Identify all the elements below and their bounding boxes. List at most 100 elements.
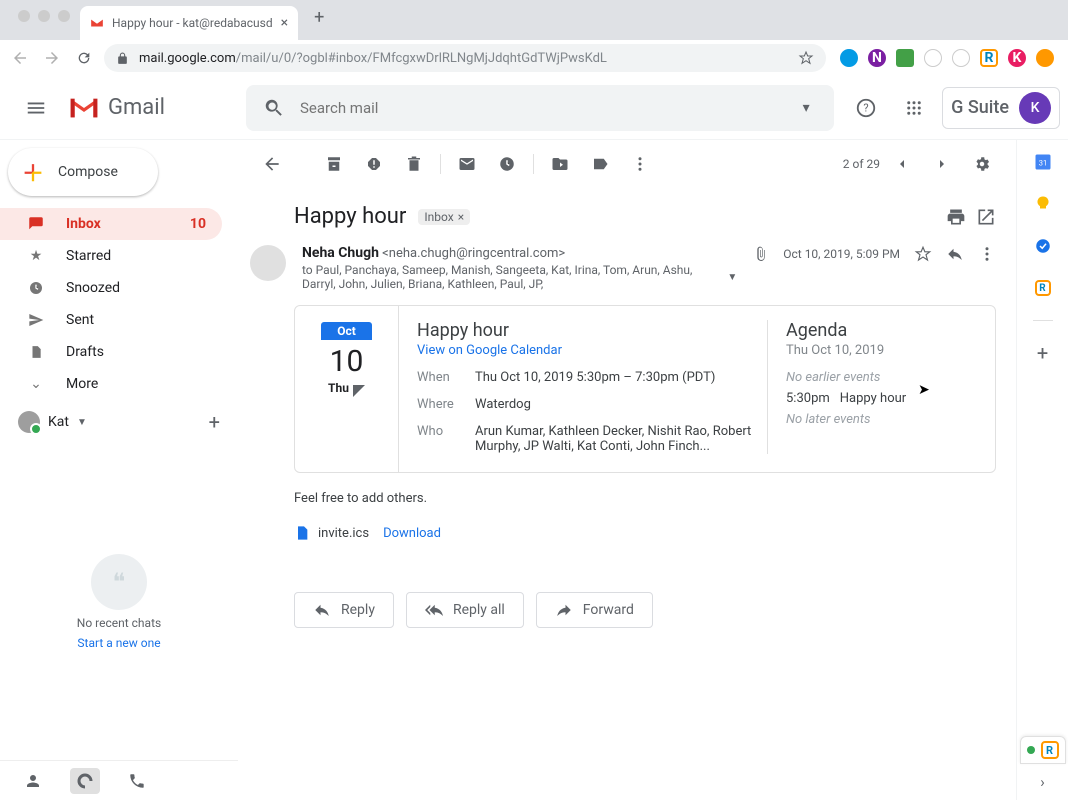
sidebar-item-sent[interactable]: Sent: [0, 304, 222, 336]
message-more-button[interactable]: [978, 245, 996, 263]
sidebar: ＋ Compose Inbox 10 ★ Starred Snoozed Sen…: [0, 140, 238, 800]
user-dropdown-icon[interactable]: ▼: [77, 417, 87, 428]
label-chip[interactable]: Inbox ×: [418, 209, 470, 225]
search-icon[interactable]: [252, 97, 296, 119]
sender-name: Neha Chugh: [302, 245, 379, 261]
attachment-download-link[interactable]: Download: [383, 526, 441, 541]
ext-icon-4[interactable]: [924, 49, 942, 67]
window-controls[interactable]: [8, 10, 80, 22]
ext-icon-3[interactable]: [896, 49, 914, 67]
delete-button[interactable]: [396, 146, 432, 182]
attachment-icon[interactable]: [753, 246, 769, 262]
sidebar-label: Snoozed: [66, 280, 120, 296]
no-later-events: No later events: [786, 412, 977, 427]
search-input[interactable]: [300, 99, 780, 117]
labels-button[interactable]: [582, 146, 618, 182]
search-bar[interactable]: ▾: [246, 85, 834, 131]
reply-icon-button[interactable]: [946, 245, 964, 263]
next-message-button[interactable]: [924, 146, 960, 182]
sidebar-label: Sent: [66, 312, 94, 328]
sidebar-label: Inbox: [66, 216, 101, 232]
traffic-light-close[interactable]: [18, 10, 30, 22]
ringcentral-widget[interactable]: R: [1020, 736, 1066, 764]
settings-button[interactable]: [964, 146, 1000, 182]
chip-close-icon[interactable]: ×: [458, 210, 464, 224]
browser-toolbar: mail.google.com/mail/u/0/?ogbl#inbox/FMf…: [0, 40, 1068, 76]
reply-button[interactable]: Reply: [294, 592, 394, 628]
ringcentral-addon-icon[interactable]: R: [1033, 278, 1053, 298]
main-menu-button[interactable]: [16, 88, 56, 128]
ext-icon-last[interactable]: [1036, 49, 1054, 67]
spam-button[interactable]: [356, 146, 392, 182]
ext-icon-5[interactable]: [952, 49, 970, 67]
snooze-button[interactable]: [489, 146, 525, 182]
help-button[interactable]: ?: [846, 88, 886, 128]
send-icon: [26, 312, 46, 328]
gmail-logo[interactable]: Gmail: [68, 95, 234, 120]
ext-icon-ringcentral[interactable]: R: [980, 49, 998, 67]
footer-phone-icon[interactable]: [128, 772, 146, 790]
sidebar-item-starred[interactable]: ★ Starred: [0, 240, 222, 272]
compose-plus-icon: ＋: [22, 156, 44, 188]
url-text: mail.google.com/mail/u/0/?ogbl#inbox/FMf…: [139, 51, 788, 66]
message-toolbar: 2 of 29: [238, 140, 1016, 188]
sidebar-label: More: [66, 376, 98, 392]
footer-hangouts-icon[interactable]: [70, 768, 100, 794]
tab-close-icon[interactable]: ×: [281, 15, 288, 31]
compose-button[interactable]: ＋ Compose: [8, 148, 158, 196]
reply-all-button[interactable]: Reply all: [406, 592, 524, 628]
get-addons-button[interactable]: +: [1033, 343, 1053, 363]
user-avatar: [18, 411, 40, 433]
mark-unread-button[interactable]: [449, 146, 485, 182]
traffic-light-max[interactable]: [58, 10, 70, 22]
cal-dow: Thu: [328, 381, 349, 395]
sender-avatar[interactable]: [250, 245, 286, 281]
nav-forward-button[interactable]: [40, 46, 64, 70]
popout-button[interactable]: [976, 207, 996, 227]
more-actions-button[interactable]: [622, 146, 658, 182]
chevron-down-icon: ⌄: [26, 376, 46, 392]
archive-button[interactable]: [316, 146, 352, 182]
ext-icon-1[interactable]: [840, 49, 858, 67]
tasks-addon-icon[interactable]: [1033, 236, 1053, 256]
apps-grid-button[interactable]: [894, 88, 934, 128]
hangouts-user[interactable]: Kat ▼ +: [0, 400, 238, 444]
sidebar-item-inbox[interactable]: Inbox 10: [0, 208, 222, 240]
traffic-light-min[interactable]: [38, 10, 50, 22]
new-tab-button[interactable]: +: [306, 0, 332, 36]
message-timestamp: Oct 10, 2019, 5:09 PM: [783, 247, 900, 261]
nav-back-button[interactable]: [8, 46, 32, 70]
view-on-calendar-link[interactable]: View on Google Calendar: [417, 343, 753, 358]
search-options-icon[interactable]: ▾: [784, 100, 828, 116]
when-label: When: [417, 370, 463, 385]
new-chat-button[interactable]: +: [209, 410, 220, 434]
keep-addon-icon[interactable]: [1033, 194, 1053, 214]
prev-message-button[interactable]: [884, 146, 920, 182]
back-to-inbox-button[interactable]: [254, 146, 290, 182]
ext-icon-profile-k[interactable]: K: [1008, 49, 1026, 67]
hangouts-cta-link[interactable]: Start a new one: [77, 636, 160, 650]
sidebar-item-snoozed[interactable]: Snoozed: [0, 272, 222, 304]
address-bar[interactable]: mail.google.com/mail/u/0/?ogbl#inbox/FMf…: [104, 44, 826, 72]
ext-icon-onenote[interactable]: N: [868, 49, 886, 67]
move-to-button[interactable]: [542, 146, 578, 182]
calendar-date-badge: Oct 10 Thu: [295, 306, 399, 472]
reload-button[interactable]: [72, 46, 96, 70]
footer-contacts-icon[interactable]: [24, 772, 42, 790]
star-message-button[interactable]: [914, 245, 932, 263]
calendar-addon-icon[interactable]: 31: [1033, 152, 1053, 172]
sidebar-item-more[interactable]: ⌄ More: [0, 368, 222, 400]
recipients-expand-icon[interactable]: ▼: [727, 272, 737, 283]
agenda-event[interactable]: 5:30pmHappy hour: [786, 391, 977, 406]
inbox-icon: [26, 215, 46, 233]
browser-tab[interactable]: Happy hour - kat@redabacusd ×: [80, 6, 298, 40]
forward-button[interactable]: Forward: [536, 592, 653, 628]
sidebar-item-drafts[interactable]: Drafts: [0, 336, 222, 368]
print-button[interactable]: [946, 207, 966, 227]
panel-collapse-icon[interactable]: ›: [1033, 772, 1053, 792]
cal-corner-icon: [353, 385, 365, 397]
account-avatar[interactable]: K: [1019, 92, 1051, 124]
gsuite-badge[interactable]: G Suite K: [942, 87, 1060, 129]
browser-tabstrip: Happy hour - kat@redabacusd × +: [0, 0, 1068, 40]
bookmark-star-icon[interactable]: [798, 50, 814, 66]
